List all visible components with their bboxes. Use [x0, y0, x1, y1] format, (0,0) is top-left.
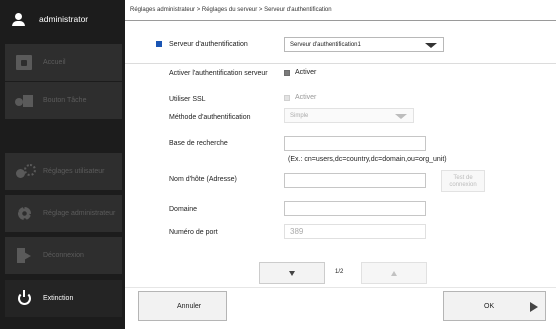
server-label: Serveur d'authentification: [169, 41, 248, 48]
hostname-label: Nom d'hôte (Adresse): [169, 176, 237, 183]
search-base-hint: (Ex.: cn=users,dc=country,dc=domain,ou=o…: [288, 156, 447, 163]
ok-button[interactable]: OK: [443, 291, 546, 321]
power-icon: [15, 290, 33, 308]
enable-auth-option: Activer: [295, 69, 317, 76]
previous-page-button[interactable]: [361, 262, 427, 284]
chevron-up-icon: [391, 271, 397, 276]
chevron-down-icon: [289, 271, 295, 276]
method-label: Méthode d'authentification: [169, 114, 251, 121]
port-input[interactable]: 389: [284, 224, 426, 239]
task-button-icon: [15, 92, 33, 110]
enable-auth-label: Activer l'authentification serveur: [169, 70, 268, 77]
search-base-input[interactable]: [284, 136, 426, 151]
domain-input[interactable]: [284, 201, 426, 216]
sidebar-item-label: Accueil: [43, 59, 66, 66]
sidebar-item-label: Réglage administrateur: [43, 210, 116, 217]
test-connection-button[interactable]: Test de connexion: [441, 170, 485, 192]
sidebar-item-accueil[interactable]: Accueil: [5, 44, 122, 81]
logout-icon: [15, 247, 33, 265]
sidebar-item-label: Réglages utilisateur: [43, 168, 105, 175]
user-settings-icon: [15, 163, 36, 181]
user-icon: [12, 12, 25, 26]
search-base-label: Base de recherche: [169, 140, 228, 147]
breadcrumb: Réglages administrateur > Réglages du se…: [125, 0, 556, 21]
arrow-right-icon: [530, 302, 538, 312]
gear-icon: [15, 205, 33, 223]
method-select[interactable]: Simple: [284, 108, 414, 123]
section-marker-icon: [156, 41, 162, 47]
sidebar-item-label: Bouton Tâche: [43, 97, 87, 104]
ssl-checkbox[interactable]: [284, 95, 290, 101]
sidebar-item-reglage-administrateur[interactable]: Réglage administrateur: [5, 195, 122, 232]
enable-auth-checkbox[interactable]: [284, 70, 290, 76]
sidebar-item-bouton-tache[interactable]: Bouton Tâche: [5, 82, 122, 119]
hostname-input[interactable]: [284, 173, 426, 188]
sidebar-item-reglages-utilisateur[interactable]: Réglages utilisateur: [5, 153, 122, 190]
main-panel: Réglages administrateur > Réglages du se…: [125, 0, 556, 329]
user-name: administrator: [39, 14, 89, 24]
sidebar: administrator Accueil Bouton Tâche Régla…: [0, 0, 125, 329]
page-indicator: 1/2: [335, 269, 344, 275]
sidebar-item-label: Déconnexion: [43, 252, 84, 259]
chevron-down-icon: [425, 43, 437, 48]
user-bar: administrator: [0, 0, 125, 38]
next-page-button[interactable]: [259, 262, 325, 284]
sidebar-item-extinction[interactable]: Extinction: [5, 280, 122, 317]
chevron-down-icon: [395, 114, 407, 119]
server-select-value: Serveur d'authentification1: [290, 42, 361, 48]
home-icon: [15, 54, 33, 72]
ssl-label: Utiliser SSL: [169, 96, 206, 103]
sidebar-item-deconnexion[interactable]: Déconnexion: [5, 237, 122, 274]
method-select-value: Simple: [290, 113, 309, 119]
cancel-button[interactable]: Annuler: [138, 291, 227, 321]
ssl-option: Activer: [295, 94, 317, 101]
server-select[interactable]: Serveur d'authentification1: [284, 37, 444, 52]
port-label: Numéro de port: [169, 229, 218, 236]
domain-label: Domaine: [169, 206, 198, 213]
sidebar-item-label: Extinction: [43, 295, 74, 302]
